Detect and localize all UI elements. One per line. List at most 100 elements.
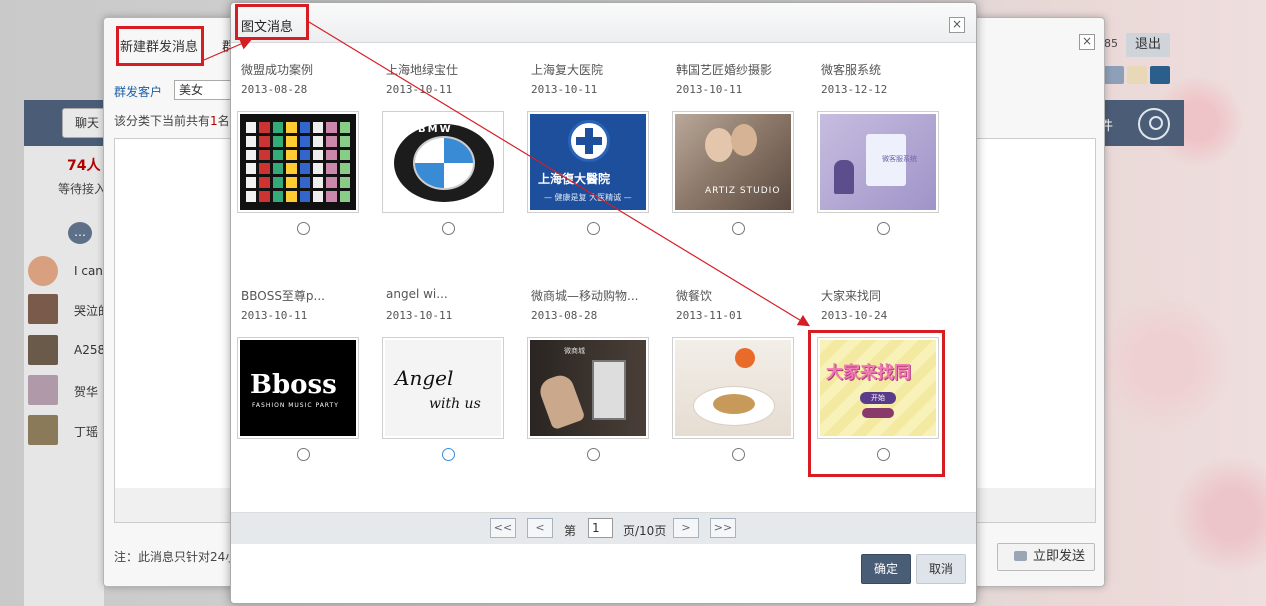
page-prefix: 第 (564, 524, 577, 538)
news-item-date: 2013-10-11 (386, 309, 453, 322)
logout-button[interactable]: 退出 (1126, 33, 1170, 57)
contact-name: 哭泣的 (74, 304, 104, 318)
customer-select[interactable]: 美女 (174, 80, 234, 100)
page-number-input[interactable]: 1 (588, 518, 613, 538)
news-item-date: 2013-10-11 (241, 309, 308, 322)
news-item-radio[interactable] (587, 222, 600, 235)
news-item-thumbnail[interactable]: BMW (382, 111, 504, 213)
contact-name: 丁瑶 (74, 425, 99, 439)
avatar (28, 335, 58, 365)
news-item-date: 2013-10-11 (531, 83, 598, 96)
contact-item[interactable]: I can (28, 256, 104, 290)
first-page-button[interactable]: << (490, 518, 516, 538)
news-item-title: 大家来找同 (821, 289, 882, 303)
hospital-logo-text: 上海復大醫院 (538, 172, 611, 186)
dialog-close-icon[interactable]: × (949, 17, 965, 33)
group-window-close-icon[interactable]: × (1079, 34, 1095, 50)
news-item[interactable]: 微餐饮 2013-11-01 (666, 287, 796, 497)
news-item[interactable]: 韩国艺匠婚纱摄影 2013-10-11 ARTIZ STUDIO (666, 61, 796, 271)
annotation-box-selected-item (808, 330, 945, 477)
dialog-header: 图文消息 × (231, 3, 976, 43)
news-item-thumbnail[interactable] (672, 337, 794, 439)
annotation-box-new-tab (116, 26, 204, 66)
contact-item[interactable]: A258 (28, 335, 104, 369)
annotation-box-dialog-title (235, 4, 309, 40)
wsc-text: 微商城 (564, 347, 585, 355)
news-item-thumbnail[interactable]: 微客服系统 (817, 111, 939, 213)
next-page-button[interactable]: > (673, 518, 699, 538)
contact-name: A258 (74, 343, 104, 357)
news-item[interactable]: 微商城—移动购物... 2013-08-28 微商城 (521, 287, 651, 497)
news-item-radio[interactable] (442, 222, 455, 235)
news-item[interactable]: angel wi... 2013-10-11 Angel with us (376, 287, 506, 497)
news-item-date: 2013-08-28 (241, 83, 308, 96)
send-now-label: 立即发送 (1033, 549, 1086, 564)
news-item-title: 微商城—移动购物... (531, 289, 639, 303)
news-item-date: 2013-12-12 (821, 83, 888, 96)
bboss-subtitle: FASHION MUSIC PARTY (252, 402, 339, 409)
theme-thumb[interactable] (1127, 66, 1147, 84)
customer-count: 1 (210, 114, 218, 128)
news-item-title: 上海复大医院 (531, 63, 604, 77)
contact-item[interactable]: 贺华 (28, 375, 104, 409)
user-avatar-icon[interactable] (1138, 108, 1170, 140)
news-item-date: 2013-10-11 (676, 83, 743, 96)
news-item[interactable]: 微盟成功案例 2013-08-28 (231, 61, 361, 271)
avatar (28, 375, 58, 405)
news-item-date: 2013-10-24 (821, 309, 888, 322)
angel-logo-text: Angel (395, 366, 454, 390)
news-item[interactable]: 微客服系统 2013-12-12 微客服系统 (811, 61, 941, 271)
news-item-radio[interactable] (587, 448, 600, 461)
news-item-thumbnail[interactable]: 上海復大醫院 — 健康是复 大医精诚 — (527, 111, 649, 213)
news-item[interactable]: BBOSS至尊p... 2013-10-11 Bboss FASHION MUSIC … (231, 287, 361, 497)
theme-thumbnails (1104, 66, 1173, 87)
waiting-label: 等待接入 (58, 182, 104, 196)
background-flower-decoration (1096, 0, 1266, 606)
news-item[interactable]: 上海复大医院 2013-10-11 上海復大醫院 — 健康是复 大医精诚 — (521, 61, 651, 271)
news-item-title: 微客服系统 (821, 63, 882, 77)
news-item-title: 微盟成功案例 (241, 63, 314, 77)
news-item-radio[interactable] (877, 222, 890, 235)
contact-item[interactable]: 丁瑶 (28, 415, 104, 449)
bboss-logo-text: Bboss (250, 370, 337, 400)
cancel-button[interactable]: 取消 (916, 554, 966, 584)
avatar (28, 415, 58, 445)
hospital-slogan: — 健康是复 大医精诚 — (544, 193, 632, 202)
chat-bubble-icon: … (68, 222, 92, 244)
page-suffix: 页/10页 (623, 524, 667, 538)
news-item-thumbnail[interactable]: Angel with us (382, 337, 504, 439)
avatar (28, 256, 58, 286)
theme-thumb[interactable] (1104, 66, 1124, 84)
news-item-title: 微餐饮 (676, 289, 713, 303)
news-item-radio[interactable] (442, 448, 455, 461)
news-item-date: 2013-08-28 (531, 309, 598, 322)
news-item-title: 上海地绿宝仕 (386, 63, 459, 77)
send-now-button[interactable]: 立即发送 (997, 543, 1095, 571)
news-item-thumbnail[interactable]: 微商城 (527, 337, 649, 439)
news-item-date: 2013-10-11 (386, 83, 453, 96)
news-item-thumbnail[interactable]: ARTIZ STUDIO (672, 111, 794, 213)
last-page-button[interactable]: >> (710, 518, 736, 538)
news-item-date: 2013-11-01 (676, 309, 743, 322)
news-item-thumbnail[interactable]: Bboss FASHION MUSIC PARTY (237, 337, 359, 439)
news-item[interactable]: 上海地绿宝仕 2013-10-11 BMW (376, 61, 506, 271)
news-message-dialog: 图文消息 × 微盟成功案例 2013-08-28 上海地绿宝仕 2013-10-11 B… (230, 2, 977, 604)
news-item-title: BBOSS至尊p... (241, 289, 325, 303)
news-item-title: 韩国艺匠婚纱摄影 (676, 63, 773, 77)
message-icon (1014, 551, 1027, 561)
wedding-studio-text: ARTIZ STUDIO (705, 186, 781, 196)
confirm-button[interactable]: 确定 (861, 554, 911, 584)
category-info: 该分类下当前共有1名客 (114, 114, 234, 128)
prev-page-button[interactable]: < (527, 518, 553, 538)
contact-name: I can (74, 264, 103, 278)
news-item-radio[interactable] (297, 222, 310, 235)
footer-note: 注：此消息只针对24小 (114, 550, 234, 564)
contact-item[interactable]: 哭泣的 (28, 294, 104, 328)
theme-thumb[interactable] (1150, 66, 1170, 84)
news-item-radio[interactable] (732, 222, 745, 235)
news-item-thumbnail[interactable] (237, 111, 359, 213)
wxkf-text: 微客服系统 (882, 155, 917, 163)
waiting-count: 74人 (67, 158, 101, 174)
news-item-radio[interactable] (297, 448, 310, 461)
news-item-radio[interactable] (732, 448, 745, 461)
